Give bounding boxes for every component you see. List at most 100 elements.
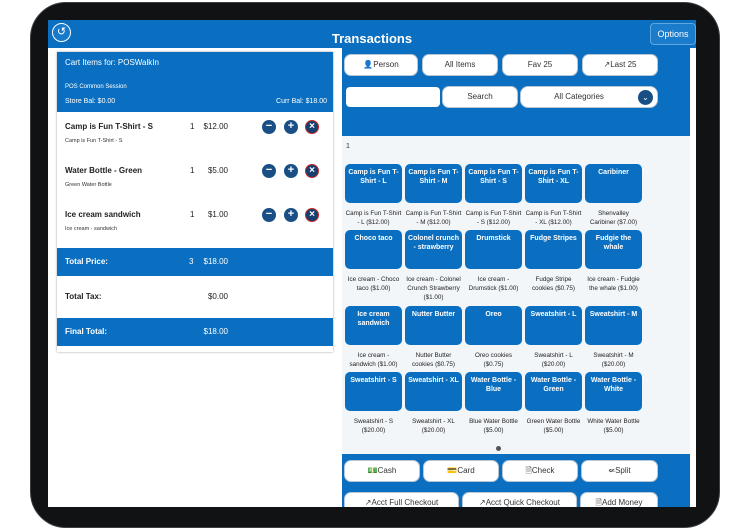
- acct-full-checkout-button[interactable]: ↗Acct Full Checkout: [344, 492, 459, 507]
- product-tile[interactable]: Water Bottle - White White Water Bottle (…: [585, 372, 642, 435]
- cart-item-qty: 1: [190, 210, 195, 219]
- product-tile[interactable]: Caribiner Shenvalley Caribiner ($7.00): [585, 164, 642, 227]
- external-link-icon: ↗: [479, 498, 486, 507]
- product-tile[interactable]: Sweatshirt - XL Sweatshirt - XL ($20.00): [405, 372, 462, 435]
- product-tile[interactable]: Choco taco Ice cream - Choco taco ($1.00): [345, 230, 402, 293]
- card-button[interactable]: 💳Card: [423, 460, 499, 482]
- product-tile[interactable]: Sweatshirt - M Sweatshirt - M ($20.00): [585, 306, 642, 369]
- product-label: Ice cream - Drumstick ($1.00): [468, 276, 519, 292]
- product-tile[interactable]: Camp is Fun T-Shirt - S Camp is Fun T-Shi…: [465, 164, 522, 227]
- cash-icon: 💵: [367, 466, 378, 475]
- app-screen: ↺ Transactions Options Cart Items for: P…: [48, 20, 696, 507]
- cart-item: Ice cream sandwich Ice cream - sandwich …: [57, 200, 333, 244]
- product-tile[interactable]: Fudgie the whale Ice cream - Fudgie the w…: [585, 230, 642, 293]
- all-items-button[interactable]: All Items: [422, 54, 498, 76]
- remove-icon[interactable]: ×: [305, 208, 319, 222]
- cart-item-name: Camp is Fun T-Shirt - S: [65, 122, 154, 131]
- product-button[interactable]: Ice cream sandwich: [345, 306, 402, 345]
- person-button[interactable]: 👤Person: [344, 54, 418, 76]
- plus-icon[interactable]: +: [284, 164, 298, 178]
- cart-item-name: Water Bottle - Green: [65, 166, 143, 175]
- top-bar: ↺ Transactions Options: [48, 20, 696, 48]
- options-button[interactable]: Options: [650, 23, 696, 45]
- acct-quick-checkout-button[interactable]: ↗Acct Quick Checkout: [462, 492, 577, 507]
- current-balance: Curr Bal: $18.00: [276, 98, 327, 105]
- product-button[interactable]: Nutter Butter: [405, 306, 462, 345]
- product-label: Sweatshirt - L ($20.00): [534, 352, 573, 368]
- product-button[interactable]: Camp is Fun T-Shirt - M: [405, 164, 462, 203]
- product-label: Sweatshirt - XL ($20.00): [412, 418, 455, 434]
- person-icon: 👤: [363, 60, 374, 69]
- product-button[interactable]: Colonel crunch - strawberry: [405, 230, 462, 269]
- product-label: Ice cream - sandwich ($1.00): [349, 352, 398, 368]
- final-total-value: $18.00: [203, 327, 228, 336]
- product-button[interactable]: Drumstick: [465, 230, 522, 269]
- product-button[interactable]: Water Bottle - White: [585, 372, 642, 411]
- product-tile[interactable]: Sweatshirt - S Sweatshirt - S ($20.00): [345, 372, 402, 435]
- product-button[interactable]: Camp is Fun T-Shirt - L: [345, 164, 402, 203]
- remove-icon[interactable]: ×: [305, 120, 319, 134]
- product-button[interactable]: Choco taco: [345, 230, 402, 269]
- product-button[interactable]: Oreo: [465, 306, 522, 345]
- fav-25-button[interactable]: Fav 25: [502, 54, 578, 76]
- product-label: Shenvalley Caribiner ($7.00): [589, 210, 638, 226]
- product-tile[interactable]: Colonel crunch - strawberry Ice cream - C…: [405, 230, 462, 302]
- total-price-label: Total Price:: [65, 257, 108, 266]
- split-button[interactable]: ⇍Split: [581, 460, 658, 482]
- product-label: Camp is Fun T-Shirt - L ($12.00): [345, 210, 402, 226]
- product-button[interactable]: Water Bottle - Blue: [465, 372, 522, 411]
- product-panel: 👤Person All Items Fav 25 ↗Last 25 Search…: [342, 48, 690, 507]
- remove-icon[interactable]: ×: [305, 164, 319, 178]
- product-button[interactable]: Sweatshirt - M: [585, 306, 642, 345]
- product-tile[interactable]: Water Bottle - Green Green Water Bottle (…: [525, 372, 582, 435]
- cart-item-price: $1.00: [207, 210, 228, 219]
- check-button[interactable]: 🗎Check: [502, 460, 578, 482]
- product-label: Ice cream - Colonel Crunch Strawberry ($…: [406, 276, 461, 301]
- product-tile[interactable]: Water Bottle - Blue Blue Water Bottle ($5…: [465, 372, 522, 435]
- product-label: Camp is Fun T-Shirt - S ($12.00): [465, 210, 522, 226]
- total-tax-value: $0.00: [207, 292, 228, 301]
- plus-icon[interactable]: +: [284, 208, 298, 222]
- product-tile[interactable]: Drumstick Ice cream - Drumstick ($1.00): [465, 230, 522, 293]
- product-button[interactable]: Camp is Fun T-Shirt - XL: [525, 164, 582, 203]
- minus-icon[interactable]: −: [262, 164, 276, 178]
- product-tile[interactable]: Camp is Fun T-Shirt - XL Camp is Fun T-Sh…: [525, 164, 582, 227]
- cart-item: Water Bottle - Green Green Water Bottle …: [57, 156, 333, 200]
- product-tile[interactable]: Ice cream sandwich Ice cream - sandwich (…: [345, 306, 402, 369]
- product-tile[interactable]: Camp is Fun T-Shirt - L Camp is Fun T-Shi…: [345, 164, 402, 227]
- search-button[interactable]: Search: [442, 86, 518, 108]
- product-tile[interactable]: Oreo Oreo cookies ($0.75): [465, 306, 522, 369]
- product-button[interactable]: Sweatshirt - L: [525, 306, 582, 345]
- product-button[interactable]: Sweatshirt - S: [345, 372, 402, 411]
- product-tile[interactable]: Nutter Butter Nutter Butter cookies ($0.7…: [405, 306, 462, 369]
- search-input[interactable]: [346, 87, 440, 107]
- cash-button[interactable]: 💵Cash: [344, 460, 420, 482]
- product-label: Camp is Fun T-Shirt - XL ($12.00): [525, 210, 582, 226]
- product-label: Ice cream - Choco taco ($1.00): [347, 276, 400, 292]
- product-label: Ice cream - Fudgie the whale ($1.00): [587, 276, 640, 292]
- product-label: Nutter Butter cookies ($0.75): [411, 352, 456, 368]
- product-button[interactable]: Caribiner: [585, 164, 642, 203]
- product-button[interactable]: Camp is Fun T-Shirt - S: [465, 164, 522, 203]
- product-tile[interactable]: Fudge Stripes Fudge Stripe cookies ($0.75…: [525, 230, 582, 293]
- chevron-down-icon: ⌄: [638, 90, 653, 105]
- product-button[interactable]: Water Bottle - Green: [525, 372, 582, 411]
- store-balance: Store Bal: $0.00: [65, 98, 116, 105]
- minus-icon[interactable]: −: [262, 208, 276, 222]
- cart-item: Camp is Fun T-Shirt - S Camp is Fun T-Sh…: [57, 112, 333, 156]
- cart-item-desc: Green Water Bottle: [65, 182, 112, 188]
- product-button[interactable]: Fudge Stripes: [525, 230, 582, 269]
- cart-item-qty: 1: [190, 166, 195, 175]
- minus-icon[interactable]: −: [262, 120, 276, 134]
- category-select[interactable]: All Categories ⌄: [520, 86, 658, 108]
- plus-icon[interactable]: +: [284, 120, 298, 134]
- product-tile[interactable]: Sweatshirt - L Sweatshirt - L ($20.00): [525, 306, 582, 369]
- product-tile[interactable]: Camp is Fun T-Shirt - M Camp is Fun T-Shi…: [405, 164, 462, 227]
- product-button[interactable]: Sweatshirt - XL: [405, 372, 462, 411]
- product-button[interactable]: Fudgie the whale: [585, 230, 642, 269]
- cart-item-desc: Ice cream - sandwich: [65, 226, 117, 232]
- page-indicator-dot[interactable]: [496, 446, 501, 451]
- add-money-button[interactable]: 🗎Add Money: [580, 492, 658, 507]
- last-25-button[interactable]: ↗Last 25: [582, 54, 658, 76]
- product-label: Sweatshirt - S ($20.00): [353, 418, 394, 434]
